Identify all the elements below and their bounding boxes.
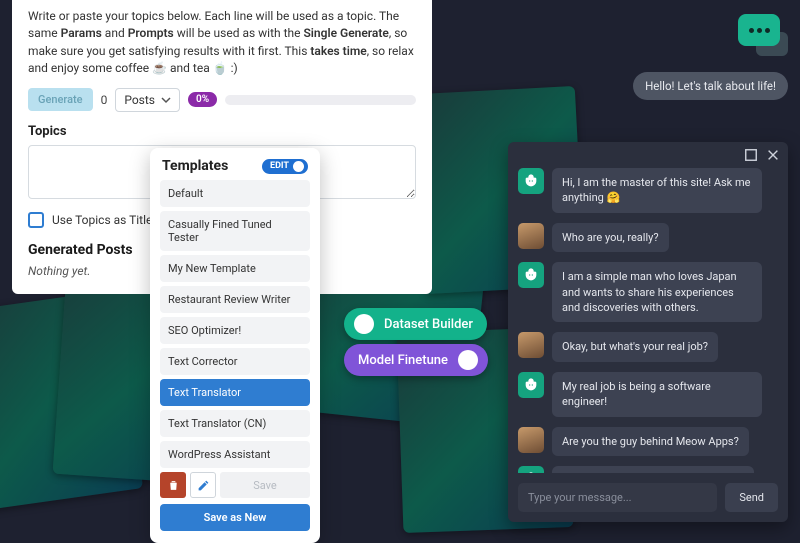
user-message: Who are you, really? — [518, 223, 778, 252]
templates-list: Default Casually Fined Tuned Tester My New… — [160, 180, 310, 468]
template-item[interactable]: Text Translator — [160, 379, 310, 406]
bot-message: I am a simple man who loves Japan and wa… — [518, 262, 778, 322]
bot-avatar-icon — [518, 168, 544, 194]
user-avatar-icon — [518, 223, 544, 249]
intro-text: Write or paste your topics below. Each l… — [28, 8, 416, 78]
chat-bubble-icon — [738, 14, 780, 46]
user-avatar-icon — [518, 332, 544, 358]
pencil-icon — [197, 479, 210, 492]
close-icon[interactable] — [766, 148, 780, 162]
bot-avatar-icon — [518, 372, 544, 398]
toggle-knob-icon — [293, 161, 304, 172]
templates-title: Templates — [162, 158, 228, 174]
expand-icon[interactable] — [744, 148, 758, 162]
bot-message: My real job is being a software engineer… — [518, 372, 778, 417]
bot-message: Hi, I am the master of this site! Ask me… — [518, 168, 778, 213]
chat-greeting-bubble[interactable]: Hello! Let's talk about life! — [633, 72, 788, 100]
post-type-select[interactable]: Posts — [115, 88, 180, 112]
chevron-down-icon — [161, 95, 171, 105]
bot-avatar-icon — [518, 262, 544, 288]
progress-bar — [225, 95, 416, 105]
generate-count: 0 — [101, 93, 108, 107]
template-item[interactable]: Restaurant Review Writer — [160, 286, 310, 313]
chat-window: Hi, I am the master of this site! Ask me… — [508, 142, 788, 522]
send-button[interactable]: Send — [725, 483, 778, 512]
delete-template-button[interactable] — [160, 472, 186, 498]
model-finetune-button[interactable]: Model Finetune — [344, 344, 488, 376]
message-text: Who are you, really? — [552, 223, 669, 252]
template-item[interactable]: WordPress Assistant — [160, 441, 310, 468]
user-avatar-icon — [518, 427, 544, 453]
edit-toggle-label: EDIT — [270, 161, 289, 171]
user-message: Are you the guy behind Meow Apps? — [518, 427, 778, 456]
template-item[interactable]: Default — [160, 180, 310, 207]
dataset-builder-button[interactable]: Dataset Builder — [344, 308, 487, 340]
topics-heading: Topics — [28, 124, 416, 139]
model-finetune-label: Model Finetune — [358, 353, 448, 368]
template-item[interactable]: My New Template — [160, 255, 310, 282]
pill-dot-icon — [458, 350, 478, 370]
bot-message: Yes, I am the guy behind Meow Apps! — [518, 466, 778, 473]
save-template-button[interactable]: Save — [220, 472, 310, 498]
chat-messages: Hi, I am the master of this site! Ask me… — [508, 164, 788, 473]
template-item[interactable]: Casually Fined Tuned Tester — [160, 211, 310, 251]
checkbox-icon — [28, 212, 44, 228]
use-topics-label: Use Topics as Titles — [52, 213, 159, 227]
template-item[interactable]: SEO Optimizer! — [160, 317, 310, 344]
message-text: Okay, but what's your real job? — [552, 332, 718, 361]
dataset-builder-label: Dataset Builder — [384, 317, 473, 332]
bot-avatar-icon — [518, 466, 544, 473]
user-message: Okay, but what's your real job? — [518, 332, 778, 361]
template-item[interactable]: Text Corrector — [160, 348, 310, 375]
templates-edit-toggle[interactable]: EDIT — [262, 159, 308, 174]
save-as-new-button[interactable]: Save as New — [160, 504, 310, 531]
post-type-select-label: Posts — [124, 93, 155, 107]
message-text: Hi, I am the master of this site! Ask me… — [552, 168, 762, 213]
message-text: Yes, I am the guy behind Meow Apps! — [552, 466, 754, 473]
template-item[interactable]: Text Translator (CN) — [160, 410, 310, 437]
generate-button[interactable]: Generate — [28, 88, 93, 111]
pill-dot-icon — [354, 314, 374, 334]
edit-template-button[interactable] — [190, 472, 216, 498]
chat-input[interactable] — [518, 483, 717, 512]
templates-panel: Templates EDIT Default Casually Fined Tun… — [150, 148, 320, 543]
message-text: I am a simple man who loves Japan and wa… — [552, 262, 762, 322]
message-text: Are you the guy behind Meow Apps? — [552, 427, 749, 456]
chat-launcher-icon[interactable] — [738, 14, 780, 46]
message-text: My real job is being a software engineer… — [552, 372, 762, 417]
progress-percent: 0% — [188, 92, 217, 107]
trash-icon — [167, 479, 180, 492]
